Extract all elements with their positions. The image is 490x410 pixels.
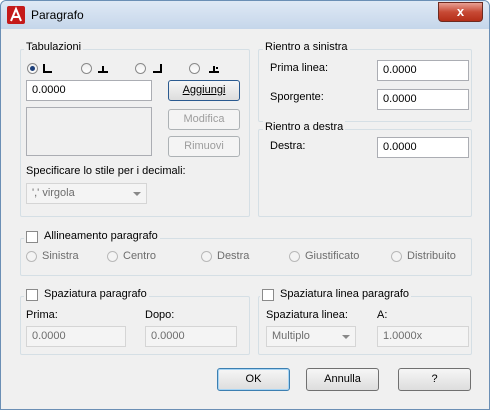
tab-decimal-icon xyxy=(209,66,219,73)
tab-left-radio[interactable] xyxy=(27,63,38,74)
line-spacing-label: Spaziatura linea paragrafo xyxy=(260,288,412,300)
after-label: Dopo: xyxy=(145,309,175,321)
add-tab-button[interactable]: Aggiungi xyxy=(168,80,240,101)
align-justify-radio[interactable] xyxy=(289,251,300,262)
align-left-radio[interactable] xyxy=(26,251,37,262)
tab-position-input[interactable]: 0.0000 xyxy=(26,80,152,101)
align-justify-label: Giustificato xyxy=(305,250,360,262)
para-spacing-label: Spaziatura paragrafo xyxy=(24,288,149,300)
decimal-style-select[interactable]: ',' virgola xyxy=(26,183,147,204)
align-distribute-label: Distribuito xyxy=(407,250,456,262)
window-title: Paragrafo xyxy=(31,8,84,22)
modify-tab-button[interactable]: Modifica xyxy=(168,109,240,130)
hanging-input[interactable]: 0.0000 xyxy=(377,89,469,110)
help-button[interactable]: ? xyxy=(398,368,471,391)
right-indent-label: Rientro a destra xyxy=(263,121,346,133)
remove-tab-button[interactable]: Rimuovi xyxy=(168,136,240,157)
first-line-input[interactable]: 0.0000 xyxy=(377,60,469,81)
after-input[interactable]: 0.0000 xyxy=(145,326,237,347)
at-label: A: xyxy=(377,309,388,321)
add-tab-label: Aggiungi xyxy=(182,84,226,96)
tab-right-icon xyxy=(153,64,162,73)
spacing-type-value: Multiplo xyxy=(272,330,310,342)
first-line-label: Prima linea: xyxy=(270,62,329,74)
chevron-down-icon xyxy=(342,335,350,339)
chevron-down-icon xyxy=(133,192,141,196)
tab-left-icon xyxy=(43,64,52,73)
spacing-type-label: Spaziatura linea: xyxy=(266,309,348,321)
spacing-type-select[interactable]: Multiplo xyxy=(266,326,356,347)
autocad-app-icon xyxy=(7,6,25,24)
before-label: Prima: xyxy=(26,309,58,321)
tab-list[interactable] xyxy=(26,107,152,156)
alignment-checkbox[interactable] xyxy=(26,231,38,243)
alignment-label: Allineamento paragrafo xyxy=(24,230,160,242)
close-button[interactable]: x xyxy=(438,2,483,22)
ok-button[interactable]: OK xyxy=(217,368,290,391)
tab-center-radio[interactable] xyxy=(81,63,92,74)
align-distribute-radio[interactable] xyxy=(391,251,402,262)
line-spacing-checkbox[interactable] xyxy=(262,289,274,301)
dialog-body: Tabulazioni 0.0000 Aggiungi Modifica Rim… xyxy=(8,30,482,402)
hanging-label: Sporgente: xyxy=(270,91,324,103)
before-input[interactable]: 0.0000 xyxy=(26,326,126,347)
tab-center-icon xyxy=(98,66,108,73)
cancel-button[interactable]: Annulla xyxy=(306,368,379,391)
decimal-style-value: ',' virgola xyxy=(32,187,75,199)
decimal-style-label: Specificare lo stile per i decimali: xyxy=(26,165,186,177)
right-label: Destra: xyxy=(270,140,306,152)
align-center-label: Centro xyxy=(123,250,157,262)
right-input[interactable]: 0.0000 xyxy=(377,137,469,158)
tabs-group-label: Tabulazioni xyxy=(24,41,84,53)
align-center-radio[interactable] xyxy=(107,251,118,262)
tab-right-radio[interactable] xyxy=(135,63,146,74)
align-left-label: Sinistra xyxy=(42,250,79,262)
tab-decimal-radio[interactable] xyxy=(189,63,200,74)
left-indent-label: Rientro a sinistra xyxy=(263,41,350,53)
align-right-radio[interactable] xyxy=(201,251,212,262)
title-bar: Paragrafo x xyxy=(1,1,489,29)
align-right-label: Destra xyxy=(217,250,250,262)
para-spacing-checkbox[interactable] xyxy=(26,289,38,301)
paragraph-dialog: Paragrafo x Tabulazioni 0.0000 Aggiungi … xyxy=(0,0,490,410)
at-input[interactable]: 1.0000x xyxy=(377,326,469,347)
